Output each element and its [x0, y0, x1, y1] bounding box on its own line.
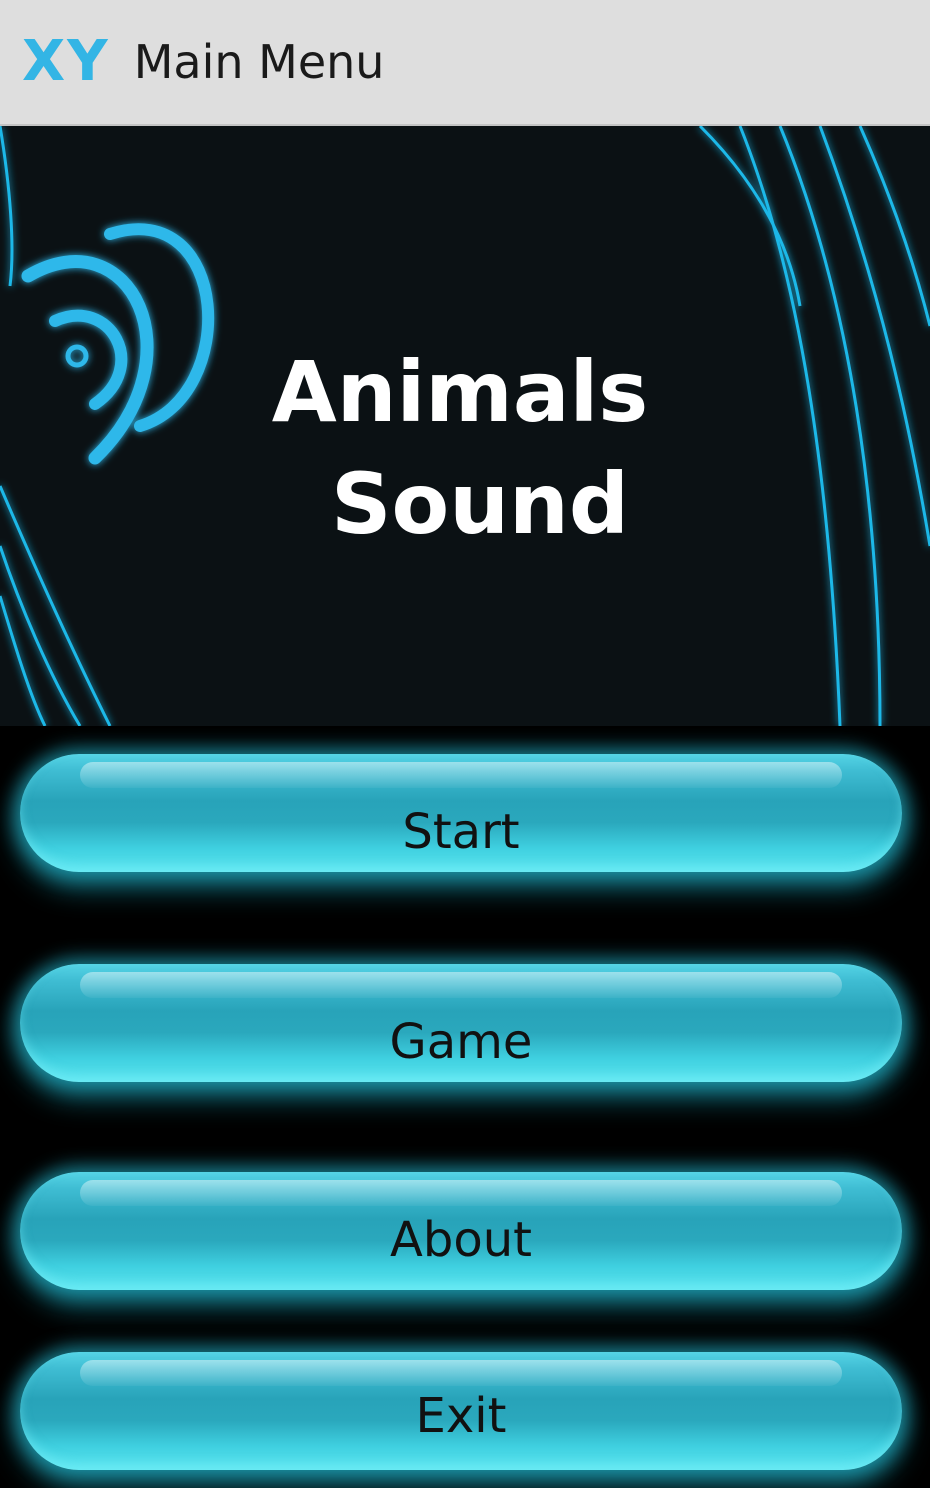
app-name-title: Animals Sound — [250, 336, 670, 560]
app-name-line1: Animals — [271, 343, 649, 441]
header-banner: Animals Sound — [0, 126, 930, 726]
about-button[interactable]: About — [20, 1172, 902, 1290]
about-button-label: About — [390, 1212, 532, 1268]
app-screen: XY Main Menu Animals Sound Start Game Ab… — [0, 0, 930, 1488]
action-bar: XY Main Menu — [0, 0, 930, 126]
exit-button-label: Exit — [415, 1388, 507, 1444]
sound-waves-icon — [21, 223, 215, 465]
main-menu: Start Game About Exit — [0, 726, 930, 1488]
page-title: Main Menu — [133, 35, 385, 89]
game-button[interactable]: Game — [20, 964, 902, 1082]
start-button-label: Start — [402, 804, 520, 860]
start-button[interactable]: Start — [20, 754, 902, 872]
app-logo[interactable]: XY — [22, 34, 110, 90]
exit-button[interactable]: Exit — [20, 1352, 902, 1470]
app-name-line2: Sound — [331, 455, 629, 553]
game-button-label: Game — [389, 1014, 533, 1070]
